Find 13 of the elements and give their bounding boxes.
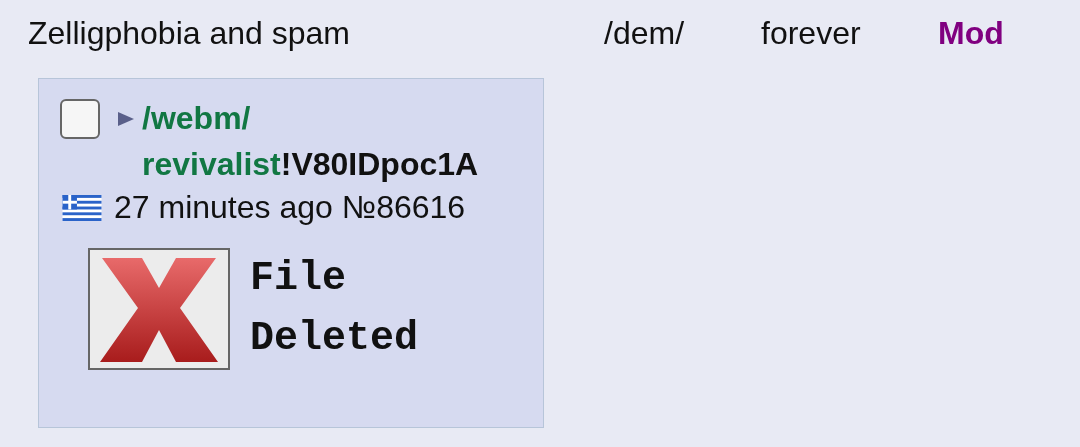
board-link[interactable]: /dem/ [604, 14, 761, 52]
post-time: 27 minutes ago [114, 189, 333, 226]
poster-name: /webm/ revivalist [142, 100, 281, 182]
thread-subject: Zelligphobia and spam [28, 14, 351, 52]
expiry-label: forever [761, 14, 862, 52]
post-number[interactable]: №86616 [341, 189, 466, 226]
menu-arrow-icon[interactable] [116, 109, 136, 129]
select-checkbox[interactable] [60, 99, 100, 139]
flag-icon [60, 194, 104, 221]
deleted-x-icon [88, 248, 230, 370]
tripcode: !V80IDpoc1A [280, 146, 479, 182]
role-label: Mod [938, 14, 1004, 52]
file-deleted-label: File Deleted [250, 255, 420, 363]
